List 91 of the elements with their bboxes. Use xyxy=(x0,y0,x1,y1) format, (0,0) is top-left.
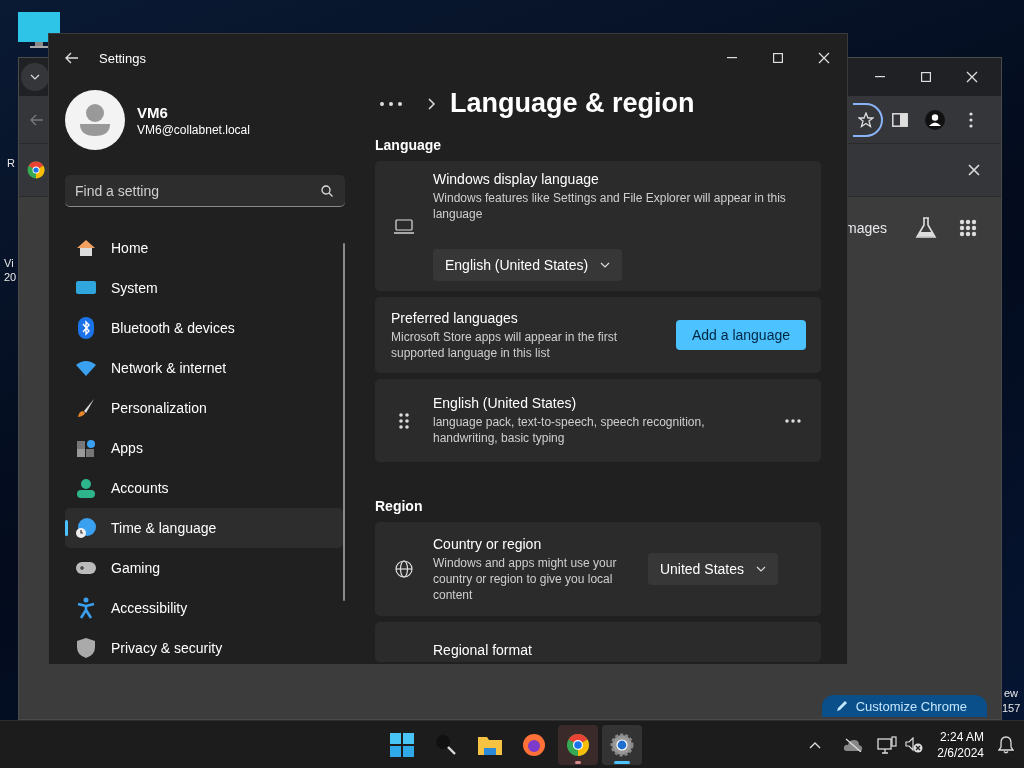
country-dropdown[interactable]: United States xyxy=(647,553,778,585)
bell-icon[interactable] xyxy=(998,735,1014,754)
taskbar-app[interactable] xyxy=(602,724,642,765)
chrome-icon xyxy=(566,732,590,757)
cloud-off-icon[interactable] xyxy=(843,737,864,752)
time-text: 2:24 AM xyxy=(939,728,984,745)
card-title: Regional format xyxy=(433,642,532,658)
menu-icon[interactable] xyxy=(969,111,973,128)
flask-icon[interactable] xyxy=(915,217,937,239)
desktop-label: 20 xyxy=(4,270,17,284)
chevron-down-icon xyxy=(30,74,40,80)
side-panel-icon[interactable] xyxy=(892,112,908,127)
nav-item[interactable]: Personalization xyxy=(65,388,343,428)
gamepad-icon xyxy=(75,560,97,576)
nav-item[interactable]: Home xyxy=(65,228,343,268)
globe-icon xyxy=(395,560,413,578)
section-heading: Language xyxy=(375,137,443,153)
nav-item[interactable]: Network & internet xyxy=(65,348,343,388)
date-text: 2/6/2024 xyxy=(937,744,984,761)
minimize-icon[interactable] xyxy=(727,57,737,59)
search-icon xyxy=(321,184,333,197)
card-description: Windows and apps might use your country or region to give you local content xyxy=(433,554,618,603)
minimize-icon[interactable] xyxy=(875,76,885,78)
accessibility-icon xyxy=(76,597,96,619)
star-icon[interactable] xyxy=(858,111,874,128)
nav-item[interactable]: Bluetooth & devices xyxy=(65,308,343,348)
windows-logo-icon xyxy=(390,732,414,757)
card-description: language pack, text-to-speech, speech recognition, handwriting, basic typing xyxy=(433,414,706,446)
brush-icon xyxy=(76,398,96,418)
nav-item[interactable]: Accounts xyxy=(65,468,343,508)
chevron-up-icon[interactable] xyxy=(809,740,822,749)
volume-muted-icon[interactable] xyxy=(905,736,924,753)
firefox-icon xyxy=(522,732,546,757)
taskbar-app[interactable] xyxy=(558,724,598,765)
add-language-button[interactable]: Add a language xyxy=(675,320,806,350)
computer-icon[interactable] xyxy=(18,12,60,48)
desktop-label: 157 xyxy=(1002,701,1021,715)
address-bar[interactable] xyxy=(853,102,883,137)
monitor-icon xyxy=(75,279,97,297)
card-title: Country or region xyxy=(433,535,543,552)
language-item[interactable]: English (United States) language pack, text-to-speech, speech recognition, handwriting, basic typing xyxy=(375,379,821,462)
shield-icon xyxy=(76,637,96,659)
window-title: Settings xyxy=(99,50,146,66)
more-icon[interactable] xyxy=(379,100,403,107)
apps-icon xyxy=(76,438,96,458)
section-heading: Region xyxy=(375,498,424,514)
language-dropdown[interactable]: English (United States) xyxy=(433,249,623,281)
gear-icon xyxy=(610,732,634,757)
close-icon[interactable] xyxy=(966,71,978,83)
more-options-icon[interactable] xyxy=(785,418,801,423)
card-description: Windows features like Settings and File Explorer will appear in this language xyxy=(433,190,787,222)
home-icon xyxy=(76,238,96,258)
nav-item[interactable]: Apps xyxy=(65,428,343,468)
page-title: Language & region xyxy=(450,88,695,119)
desktop-label: R xyxy=(7,156,15,170)
pencil-icon xyxy=(835,700,848,712)
laptop-icon xyxy=(394,218,414,234)
network-icon[interactable] xyxy=(877,735,898,754)
search-icon xyxy=(434,732,458,757)
chevron-right-icon xyxy=(428,97,436,110)
card-title: Windows display language xyxy=(433,171,600,187)
globe-clock-icon xyxy=(75,517,97,539)
drag-handle-icon[interactable] xyxy=(399,412,409,429)
apps-grid-icon[interactable] xyxy=(959,219,977,237)
wifi-icon xyxy=(75,359,97,377)
maximize-icon[interactable] xyxy=(921,72,931,82)
nav-item[interactable]: Gaming xyxy=(65,548,343,588)
customize-chrome-button[interactable]: Customize Chrome xyxy=(821,695,987,717)
card-title: English (United States) xyxy=(433,395,578,411)
nav-item[interactable]: System xyxy=(65,268,343,308)
close-icon[interactable] xyxy=(818,52,830,64)
card-description: Microsoft Store apps will appear in the first supported language in this list xyxy=(391,328,619,361)
profile-icon[interactable] xyxy=(925,109,945,130)
nav-item[interactable]: Accessibility xyxy=(65,588,343,628)
nav-item[interactable]: Privacy & security xyxy=(65,628,343,664)
avatar-icon xyxy=(65,90,125,150)
desktop-label: ew xyxy=(1004,686,1019,700)
user-email: VM6@collabnet.local xyxy=(137,122,250,137)
desktop-label: Vi xyxy=(4,256,14,270)
card-title: Preferred languages xyxy=(391,309,519,326)
bluetooth-icon xyxy=(78,317,94,339)
chevron-down-icon xyxy=(756,566,766,572)
tab-search-button[interactable] xyxy=(21,63,49,91)
maximize-icon[interactable] xyxy=(773,53,783,63)
close-icon[interactable] xyxy=(968,164,980,176)
user-name: VM6 xyxy=(137,103,169,121)
chevron-down-icon xyxy=(600,262,611,268)
clock[interactable]: 2:24 AM 2/6/2024 xyxy=(937,728,984,761)
person-icon xyxy=(76,478,96,498)
chrome-icon xyxy=(27,161,45,179)
nav-item[interactable]: Time & language xyxy=(65,508,343,548)
